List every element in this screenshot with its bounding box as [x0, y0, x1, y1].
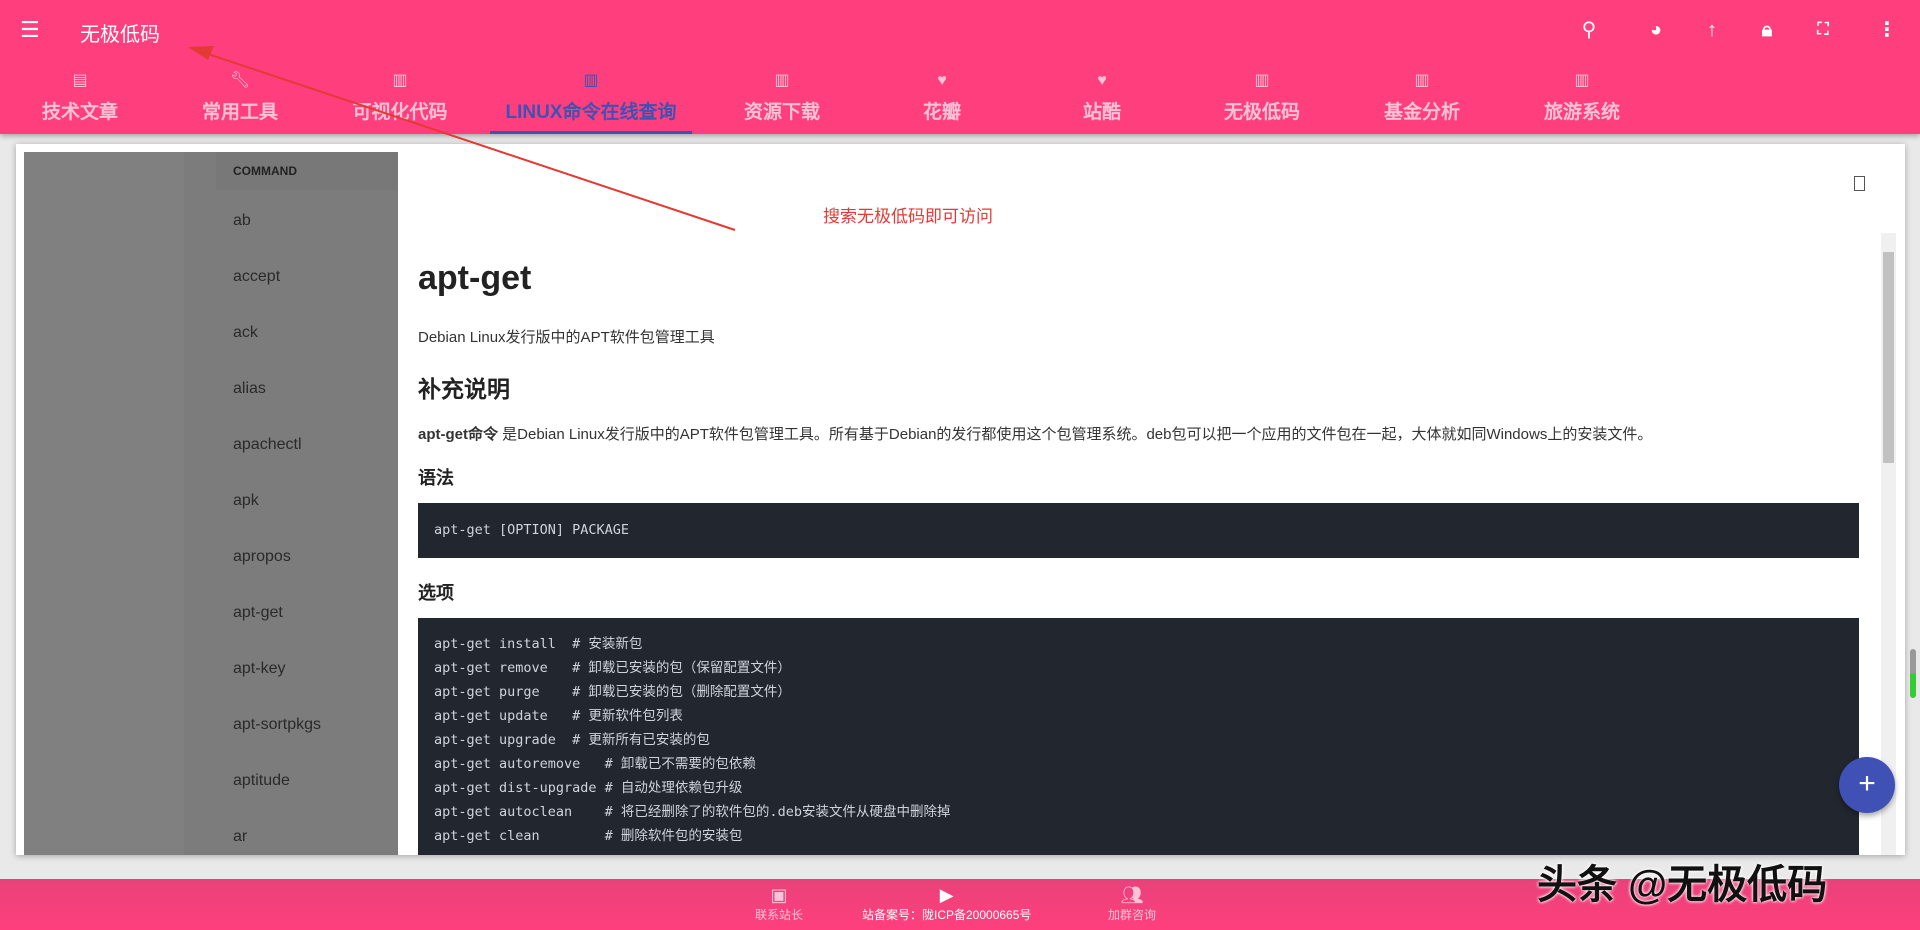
footer-contact[interactable]: ▣联系站长: [755, 885, 803, 923]
footer-icp[interactable]: ▶站备案号：陇ICP备20000665号: [862, 885, 1031, 923]
annotation-text: 搜索无极低码即可访问: [823, 202, 993, 227]
footer-group[interactable]: 👥︎加群咨询: [1108, 885, 1156, 923]
footer-icp-label: 站备案号：陇ICP备20000665号: [862, 906, 1031, 923]
footer-group-label: 加群咨询: [1108, 906, 1156, 923]
watermark: 头条 @无极低码: [1537, 852, 1827, 910]
tv-play-icon: ▶: [862, 885, 1031, 906]
side-indicator: [1910, 649, 1916, 698]
contact-icon: ▣: [755, 885, 803, 906]
group-icon: 👥︎: [1108, 885, 1156, 906]
add-button[interactable]: +: [1839, 757, 1895, 813]
annotation-arrow: [0, 0, 1920, 930]
footer-contact-label: 联系站长: [755, 906, 803, 923]
